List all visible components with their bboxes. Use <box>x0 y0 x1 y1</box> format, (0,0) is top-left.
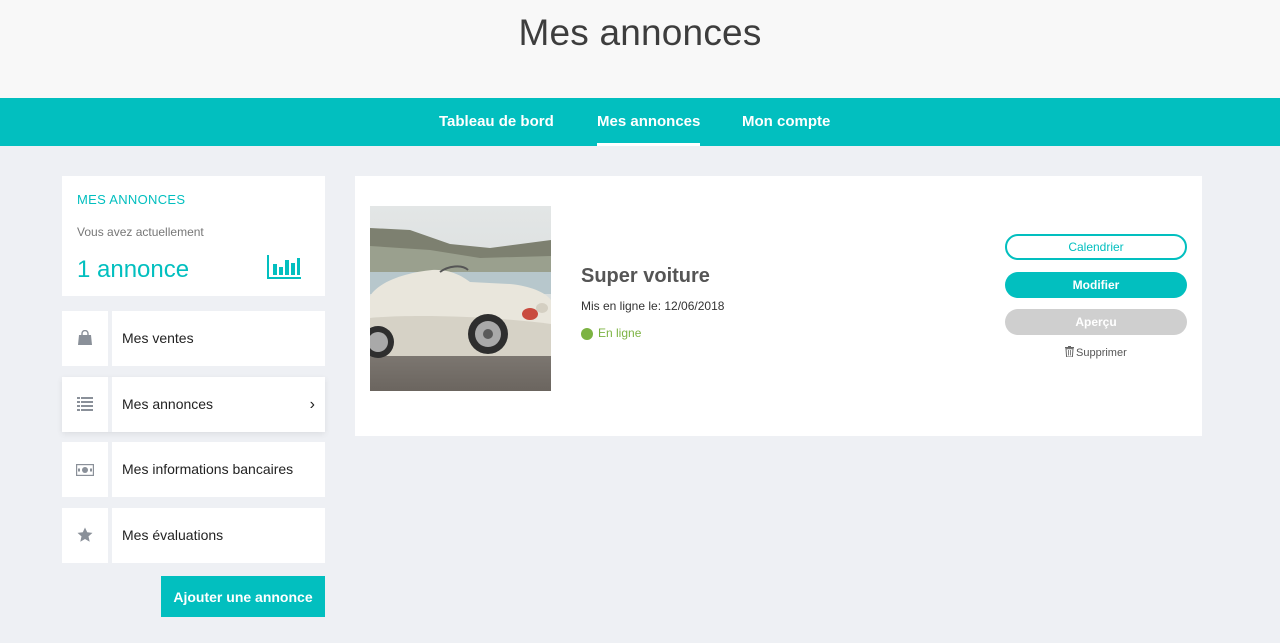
listing-card: Super voiture Mis en ligne le: 12/06/201… <box>355 176 1202 436</box>
star-icon <box>77 527 93 542</box>
page-header: Mes annonces <box>0 0 1280 98</box>
tab-mon-compte[interactable]: Mon compte <box>742 98 830 146</box>
chevron-right-icon: › <box>309 396 315 413</box>
shopping-bag-icon <box>78 330 92 345</box>
delete-link[interactable]: Supprimer <box>1065 346 1127 359</box>
list-icon <box>77 397 93 411</box>
preview-button[interactable]: Aperçu <box>1005 309 1187 335</box>
car-photo[interactable] <box>370 206 551 391</box>
sidebar-item-label: Mes évaluations <box>122 527 224 543</box>
bar-chart-icon <box>267 255 301 279</box>
sidebar-item-mes-evaluations[interactable]: Mes évaluations <box>62 508 325 563</box>
status-dot-icon <box>581 328 593 340</box>
listing-date: Mis en ligne le: 12/06/2018 <box>581 299 725 313</box>
add-listing-button[interactable]: Ajouter une annonce <box>161 576 325 617</box>
trash-icon <box>1065 346 1074 358</box>
status-text: En ligne <box>598 326 642 340</box>
edit-button[interactable]: Modifier <box>1005 272 1187 298</box>
tab-tableau-de-bord[interactable]: Tableau de bord <box>439 98 554 146</box>
sidebar-item-label: Mes annonces <box>122 396 214 412</box>
delete-label: Supprimer <box>1076 347 1127 359</box>
sidebar-item-label: Mes ventes <box>122 330 194 346</box>
sidebar-item-mes-ventes[interactable]: Mes ventes <box>62 311 325 366</box>
sidebar-item-label: Mes informations bancaires <box>122 461 294 477</box>
sidebar-item-mes-annonces[interactable]: Mes annonces › <box>62 377 325 432</box>
sidebar-item-informations-bancaires[interactable]: Mes informations bancaires <box>62 442 325 497</box>
page-title: Mes annonces <box>518 12 762 53</box>
listing-count: 1 annonce <box>77 256 190 283</box>
listing-title[interactable]: Super voiture <box>581 265 710 288</box>
summary-heading: MES ANNONCES <box>77 192 186 207</box>
banknote-icon <box>76 464 94 476</box>
main-nav: Tableau de bord Mes annonces Mon compte <box>0 98 1280 146</box>
summary-subtitle: Vous avez actuellement <box>77 225 204 239</box>
listings-summary-card: MES ANNONCES Vous avez actuellement 1 an… <box>62 176 325 296</box>
tab-mes-annonces[interactable]: Mes annonces <box>597 98 701 146</box>
calendar-button[interactable]: Calendrier <box>1005 234 1187 260</box>
